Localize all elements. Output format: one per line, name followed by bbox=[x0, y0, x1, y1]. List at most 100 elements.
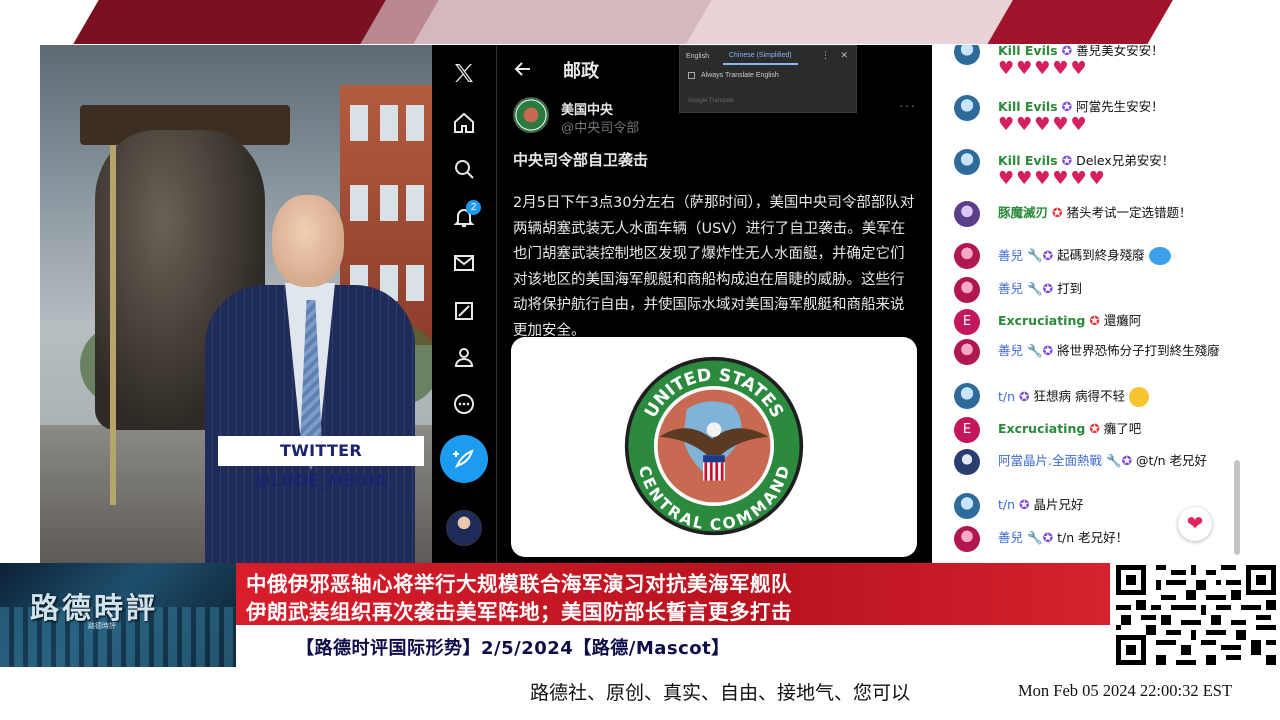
wrench-badge-icon: 🔧 bbox=[1105, 453, 1122, 468]
compose-post-button[interactable] bbox=[440, 435, 488, 483]
chat-author[interactable]: 阿當晶片.全面熱戰 bbox=[998, 453, 1102, 468]
profile-person-icon[interactable] bbox=[448, 341, 480, 373]
messages-mail-icon[interactable] bbox=[448, 247, 480, 279]
chat-avatar[interactable] bbox=[954, 339, 980, 365]
chat-text: 還癱阿 bbox=[1103, 313, 1142, 328]
chat-message: Kill Evils ✪ 阿當先生安安！ ♥♥♥♥♥ bbox=[954, 95, 1224, 147]
x-main-column: 邮政 English Chinese (Simplified) ⋮ ✕ Alwa… bbox=[496, 45, 932, 563]
chat-message: 阿當晶片.全面熱戰 🔧✪ @t/n 老兄好 bbox=[954, 449, 1224, 485]
live-chat-panel: Kill Evils ✪ 善兒美女安安！ ♥♥♥♥♥ Kill Evils ✪ 阿當先生… bbox=[932, 45, 1244, 563]
news-ticker: 路德社、原创、真实、自由、接地气、您可以 Mon Feb 05 2024 22:… bbox=[0, 672, 1280, 712]
chat-message: Kill Evils ✪ 善兒美女安安！ ♥♥♥♥♥ bbox=[954, 45, 1224, 89]
member-badge-icon: ✪ bbox=[1089, 313, 1100, 328]
translate-popup: English Chinese (Simplified) ⋮ ✕ Always … bbox=[679, 45, 857, 113]
account-avatar[interactable] bbox=[446, 510, 482, 546]
chat-author[interactable]: 豚魔滅刃 bbox=[998, 205, 1048, 220]
chat-text: 善兒美女安安！ bbox=[1076, 45, 1164, 58]
chat-message: 善兒 🔧✪ 將世界恐怖分子打到終生殘廢 bbox=[954, 339, 1224, 375]
chat-author[interactable]: Excruciating bbox=[998, 421, 1085, 436]
account-name[interactable]: 美国中央 bbox=[561, 99, 613, 118]
search-icon[interactable] bbox=[448, 153, 480, 185]
chat-text: 癱了吧 bbox=[1103, 421, 1142, 436]
qr-code-image bbox=[1112, 563, 1280, 667]
chat-author[interactable]: 善兒 bbox=[998, 343, 1023, 358]
translate-tab-source[interactable]: English bbox=[686, 53, 709, 60]
heart-emojis: ♥♥♥♥♥♥ bbox=[998, 168, 1107, 189]
heart-reaction-button[interactable]: ❤ bbox=[1178, 507, 1212, 541]
member-badge-icon: ✪ bbox=[1052, 205, 1063, 220]
headline-line-2: 伊朗武装组织再次袭击美军阵地；美国防部长誓言更多打击 bbox=[246, 600, 792, 624]
x-app-window: 2 邮政 English Chinese (Simplified) ⋮ ✕ Al… bbox=[432, 45, 932, 563]
back-arrow-icon[interactable] bbox=[513, 59, 533, 79]
chat-avatar[interactable] bbox=[954, 383, 980, 409]
chat-avatar[interactable] bbox=[954, 201, 980, 227]
chat-avatar[interactable] bbox=[954, 149, 980, 175]
home-icon[interactable] bbox=[448, 107, 480, 139]
broadcast-clock: Mon Feb 05 2024 22:00:32 EST bbox=[1012, 672, 1280, 712]
dizzy-face-emoji bbox=[1129, 387, 1149, 407]
chat-avatar[interactable]: E bbox=[954, 417, 980, 443]
heart-emojis: ♥♥♥♥♥ bbox=[998, 58, 1089, 79]
twitter-handle-tag: TWITTER @LUDE_MEDIA bbox=[218, 436, 424, 490]
chat-author[interactable]: Kill Evils bbox=[998, 153, 1058, 168]
chat-avatar[interactable] bbox=[954, 95, 980, 121]
grok-slash-icon[interactable] bbox=[448, 295, 480, 327]
wrench-badge-icon: 🔧 bbox=[1027, 247, 1043, 263]
chat-message: E Excruciating ✪ 還癱阿 bbox=[954, 309, 1224, 337]
chat-text: @t/n 老兄好 bbox=[1136, 453, 1208, 468]
chat-avatar[interactable] bbox=[954, 243, 980, 269]
moderator-badge-icon: ✪ bbox=[1042, 530, 1054, 545]
chat-scrollbar[interactable] bbox=[1234, 460, 1240, 555]
translate-tab-target[interactable]: Chinese (Simplified) bbox=[722, 48, 798, 65]
tweet-body: 2月5日下午3点30分左右（萨那时间），美国中央司令部部队对两辆胡塞武装无人水面… bbox=[513, 195, 915, 339]
chat-author[interactable]: Kill Evils bbox=[998, 99, 1058, 114]
chat-author[interactable]: Kill Evils bbox=[998, 45, 1058, 58]
x-sidebar-nav: 2 bbox=[432, 45, 496, 563]
headline-box: 中俄伊邪恶轴心将举行大规模联合海军演习对抗美海军舰队 伊朗武装组织再次袭击美军阵… bbox=[236, 563, 1110, 625]
wrench-badge-icon: 🔧 bbox=[1027, 343, 1043, 358]
close-icon[interactable]: ✕ bbox=[840, 50, 848, 61]
translate-provider-label: Google Translate bbox=[688, 98, 734, 104]
chat-avatar[interactable] bbox=[954, 277, 980, 303]
chat-avatar[interactable] bbox=[954, 45, 980, 65]
wrench-badge-icon: 🔧 bbox=[1027, 281, 1043, 296]
feather-plus-icon bbox=[453, 449, 474, 469]
chat-author[interactable]: t/n bbox=[998, 389, 1015, 404]
page-title: 邮政 bbox=[563, 61, 599, 82]
account-handle[interactable]: @中央司令部 bbox=[561, 117, 639, 136]
moderator-badge-icon: ✪ bbox=[1061, 45, 1073, 58]
chat-author[interactable]: Excruciating bbox=[998, 313, 1085, 328]
chat-message: 善兒 🔧✪ 打到 bbox=[954, 277, 1224, 305]
program-subtitle: 【路德时评国际形势】2/5/2024【路德/Mascot】 bbox=[296, 638, 730, 659]
kebab-menu-icon[interactable]: ⋮ bbox=[821, 50, 830, 61]
chat-text: 打到 bbox=[1057, 281, 1083, 296]
chat-avatar[interactable] bbox=[954, 449, 980, 475]
chat-avatar[interactable]: E bbox=[954, 309, 980, 335]
chat-text: t/n 老兄好！ bbox=[1057, 530, 1129, 545]
chat-text: Delex兄弟安安！ bbox=[1076, 153, 1175, 168]
headline-line-1: 中俄伊邪恶轴心将举行大规模联合海军演习对抗美海军舰队 bbox=[246, 572, 792, 596]
chat-author[interactable]: 善兒 bbox=[998, 248, 1023, 263]
chat-message: Kill Evils ✪ Delex兄弟安安！ ♥♥♥♥♥♥ bbox=[954, 149, 1224, 201]
tweet-heading: 中央司令部自卫袭击 bbox=[513, 151, 649, 169]
chat-author[interactable]: t/n bbox=[998, 497, 1015, 512]
chat-author[interactable]: 善兒 bbox=[998, 530, 1023, 545]
more-circle-icon[interactable] bbox=[448, 388, 480, 420]
chat-avatar[interactable] bbox=[954, 526, 980, 552]
tweet-media-card[interactable]: UNITED STATES CENTRAL COMMAND bbox=[511, 337, 917, 557]
chat-avatar[interactable] bbox=[954, 493, 980, 519]
chat-text: 晶片兄好 bbox=[1033, 497, 1084, 512]
chat-text: 猪头考试一定选错题！ bbox=[1066, 205, 1192, 220]
centcom-avatar[interactable] bbox=[513, 97, 549, 133]
moderator-badge-icon: ✪ bbox=[1019, 497, 1030, 512]
x-logo-icon[interactable] bbox=[448, 57, 480, 89]
more-options-icon[interactable]: ··· bbox=[899, 97, 916, 113]
top-decorative-band bbox=[0, 0, 1280, 44]
chat-message: t/n ✪ 狂想病 病得不轻 bbox=[954, 383, 1224, 411]
always-translate-checkbox[interactable] bbox=[688, 72, 695, 79]
chat-message: 善兒 🔧✪ 起碼到終身殘廢 bbox=[954, 243, 1224, 271]
ticker-text: 路德社、原创、真实、自由、接地气、您可以 bbox=[530, 682, 911, 704]
moderator-badge-icon: ✪ bbox=[1042, 343, 1054, 358]
chat-author[interactable]: 善兒 bbox=[998, 281, 1023, 296]
moderator-badge-icon: ✪ bbox=[1121, 453, 1133, 468]
